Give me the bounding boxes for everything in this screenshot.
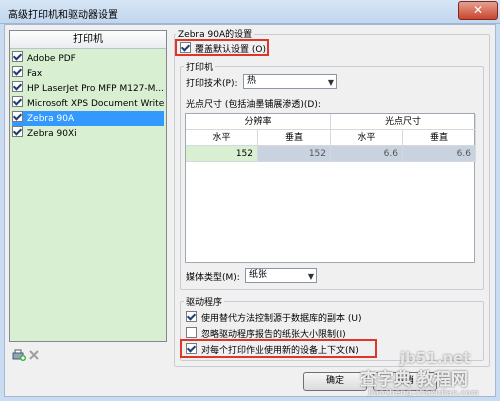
driver-option-label: 使用替代方法控制源于数据库的副本 (U) bbox=[201, 314, 362, 324]
printer-checkbox[interactable] bbox=[12, 96, 23, 107]
media-type-value: 纸张 bbox=[249, 270, 268, 280]
watermark-brand: 查字典 教程网 bbox=[360, 370, 468, 390]
driver-option-checkbox[interactable] bbox=[186, 311, 197, 322]
override-default-checkbox[interactable]: 覆盖默认设置 (O) bbox=[180, 42, 266, 55]
printer-checkbox[interactable] bbox=[12, 111, 23, 122]
print-tech-value: 热 bbox=[247, 76, 257, 86]
printer-list-header[interactable]: 打印机 bbox=[10, 31, 166, 49]
window-title: 高级打印机和驱动器设置 bbox=[8, 10, 118, 21]
printer-checkbox[interactable] bbox=[12, 51, 23, 62]
printer-item-label: Zebra 90A bbox=[27, 114, 75, 124]
driver-group-title: 驱动程序 bbox=[184, 295, 225, 308]
table-column-header: 水平 bbox=[186, 130, 258, 146]
driver-option-checkbox[interactable] bbox=[186, 343, 197, 354]
close-icon: ✕ bbox=[472, 3, 484, 17]
chevron-down-icon: ▼ bbox=[307, 272, 314, 281]
dot-size-label: 光点尺寸 (包括油墨铺展渗透)(D): bbox=[186, 100, 321, 110]
dot-size-table[interactable]: 分辨率 光点尺寸 水平 垂直 水平 垂直 152 152 6.6 6.6 bbox=[185, 113, 476, 263]
table-column-header: 垂直 bbox=[258, 130, 331, 146]
printer-item-selected[interactable]: Zebra 90A bbox=[12, 111, 164, 126]
driver-option[interactable]: 对每个打印作业使用新的设备上下文(N) bbox=[186, 343, 359, 356]
print-tech-select[interactable]: 热 ▼ bbox=[243, 74, 337, 89]
chevron-down-icon: ▼ bbox=[327, 78, 334, 87]
table-group-header: 光点尺寸 bbox=[331, 114, 476, 130]
printer-checkbox[interactable] bbox=[12, 81, 23, 92]
printer-item[interactable]: Microsoft XPS Document Writer bbox=[12, 96, 164, 111]
driver-option-checkbox[interactable] bbox=[186, 327, 197, 338]
driver-option-label: 对每个打印作业使用新的设备上下文(N) bbox=[201, 346, 359, 356]
table-group-header: 分辨率 bbox=[186, 114, 331, 130]
print-tech-label: 打印技术(P): bbox=[186, 79, 238, 89]
add-printer-icon[interactable] bbox=[12, 349, 26, 361]
table-column-header: 水平 bbox=[331, 130, 403, 146]
dot-horizontal-cell[interactable]: 6.6 bbox=[331, 146, 403, 162]
driver-option[interactable]: 使用替代方法控制源于数据库的副本 (U) bbox=[186, 311, 361, 324]
printer-list[interactable]: 打印机 Adobe PDF Fax HP LaserJet Pro MFP M1… bbox=[9, 30, 167, 342]
printer-item-label: Adobe PDF bbox=[27, 54, 76, 64]
dot-vertical-cell[interactable]: 6.6 bbox=[403, 146, 476, 162]
printer-item-label: HP LaserJet Pro MFP M127-M... bbox=[27, 84, 164, 94]
printer-checkbox[interactable] bbox=[12, 126, 23, 137]
printer-item[interactable]: Fax bbox=[12, 66, 164, 81]
media-type-label: 媒体类型(M): bbox=[186, 273, 240, 283]
printer-item[interactable]: HP LaserJet Pro MFP M127-M... bbox=[12, 81, 164, 96]
printer-item-label: Fax bbox=[27, 69, 43, 79]
remove-printer-icon[interactable] bbox=[28, 349, 42, 361]
override-checkbox[interactable] bbox=[180, 42, 191, 53]
override-label: 覆盖默认设置 (O) bbox=[195, 45, 266, 55]
printer-checkbox[interactable] bbox=[12, 66, 23, 77]
printer-group-title: 打印机 bbox=[184, 60, 216, 73]
media-type-select[interactable]: 纸张 ▼ bbox=[245, 268, 317, 283]
close-button[interactable]: ✕ bbox=[458, 1, 498, 20]
printer-item[interactable]: Adobe PDF bbox=[12, 51, 164, 66]
watermark-url: jiaocheng.chazidian.com bbox=[368, 388, 480, 397]
printer-item[interactable]: Zebra 90Xi bbox=[12, 126, 164, 141]
printer-item-label: Zebra 90Xi bbox=[27, 129, 77, 139]
title-bar: 高级打印机和驱动器设置 ✕ bbox=[0, 0, 500, 24]
table-column-header: 垂直 bbox=[403, 130, 476, 146]
printer-item-label: Microsoft XPS Document Writer bbox=[27, 99, 164, 109]
resolution-horizontal-cell[interactable]: 152 bbox=[186, 146, 258, 162]
ok-button[interactable]: 确定 bbox=[303, 372, 367, 391]
resolution-vertical-cell[interactable]: 152 bbox=[258, 146, 331, 162]
